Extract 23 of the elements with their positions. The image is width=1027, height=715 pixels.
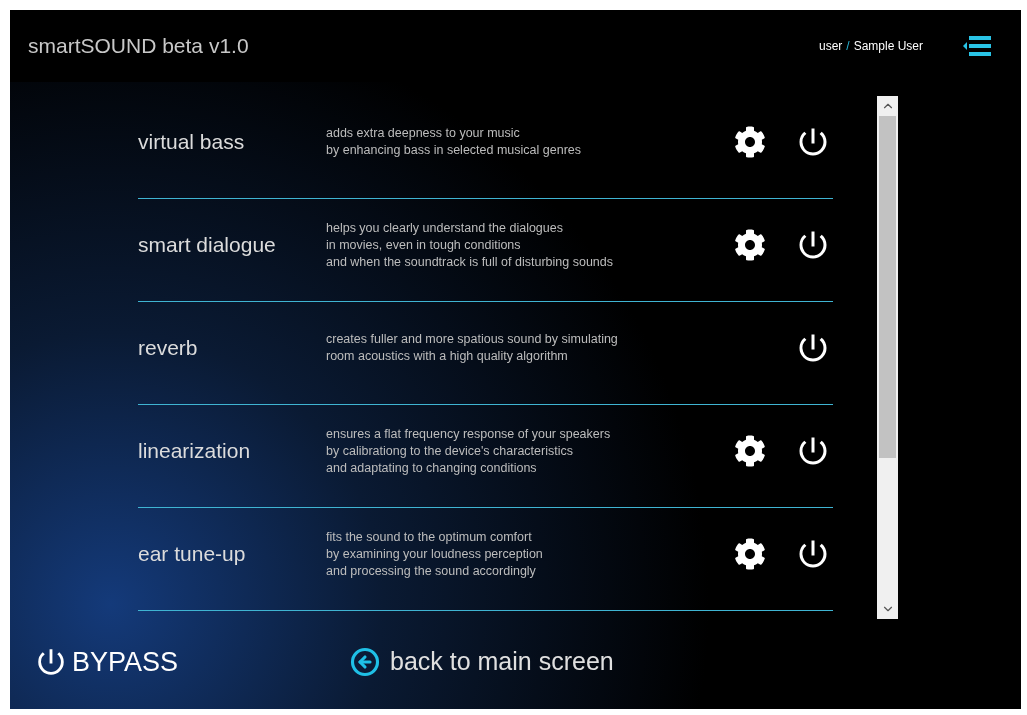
- feature-description: helps you clearly understand the dialogues in movies, even in tough conditions and when the soundtrack is full of disturbing sounds: [326, 219, 614, 271]
- feature-description: adds extra deepness to your music by enhancing bass in selected musical genres: [326, 125, 582, 159]
- scrollbar-thumb[interactable]: [879, 116, 896, 458]
- settings-icon[interactable]: [733, 228, 767, 262]
- feature-name: reverb: [138, 335, 199, 362]
- user-separator: /: [846, 38, 850, 55]
- user-role: user: [818, 38, 843, 55]
- feature-name: ear tune-up: [138, 541, 247, 568]
- feature-description: ensures a flat frequency response of your speakers by calibrationg to the device's characteristics and adaptating to changing conditions: [326, 425, 612, 477]
- settings-icon[interactable]: [733, 434, 767, 468]
- feature-name: virtual bass: [138, 129, 246, 156]
- feature-description: creates fuller and more spatious sound by simulating room acoustics with a high quality algorithm: [326, 331, 619, 365]
- menu-icon[interactable]: [963, 35, 991, 57]
- feature-name: smart dialogue: [138, 232, 277, 259]
- user-name: Sample User: [853, 38, 923, 55]
- app-title: smartSOUND beta v1.0: [28, 33, 249, 60]
- bypass-button[interactable]: BYPASS: [34, 641, 334, 683]
- settings-icon[interactable]: [733, 537, 767, 571]
- feature-description: fits the sound to the optimum comfort by examining your loudness perception and processing the sound accordingly: [326, 528, 544, 580]
- feature-name: linearization: [138, 438, 252, 465]
- settings-icon[interactable]: [733, 125, 767, 159]
- scrollbar[interactable]: [877, 96, 898, 619]
- back-link[interactable]: back to main screen: [350, 643, 614, 681]
